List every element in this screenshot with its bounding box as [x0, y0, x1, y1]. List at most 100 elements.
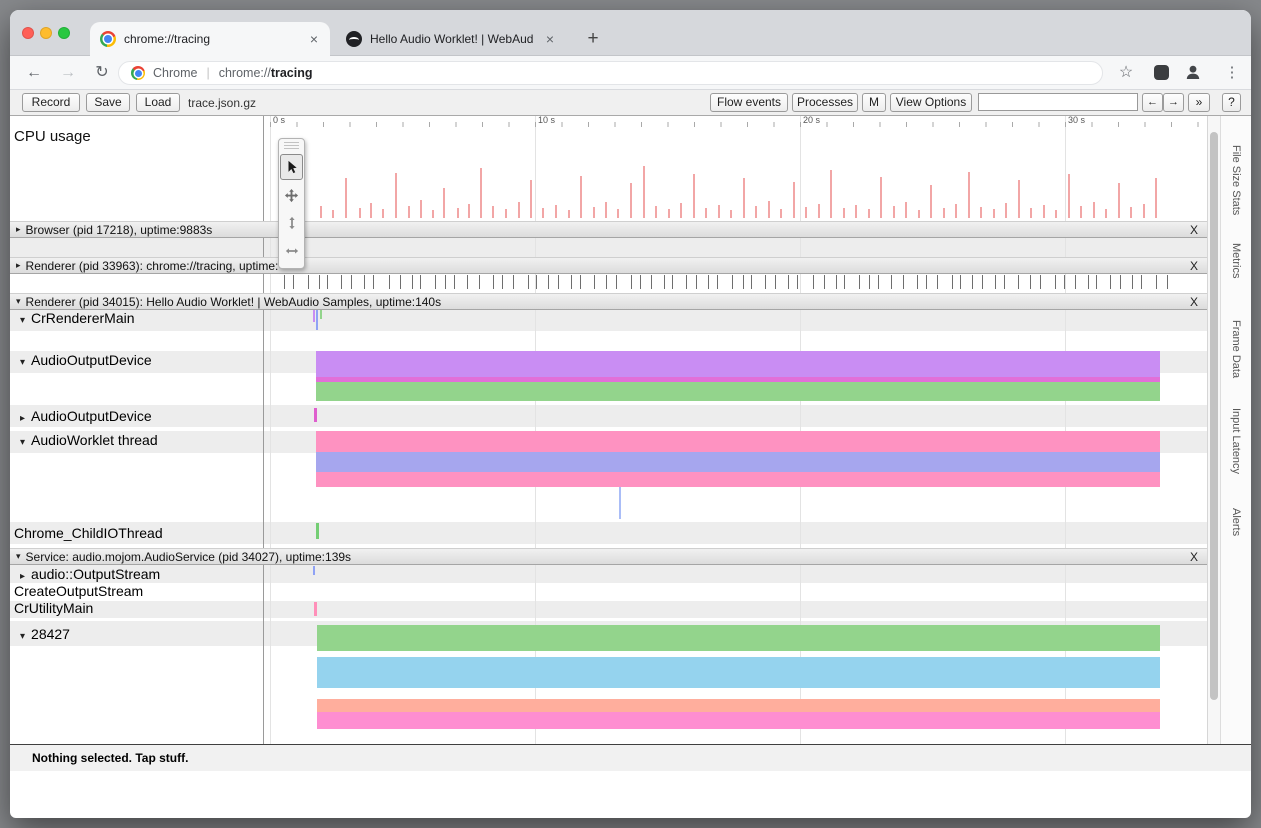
- trace-tick[interactable]: [571, 275, 572, 289]
- trace-tick[interactable]: [435, 275, 436, 289]
- trace-tick[interactable]: [389, 275, 390, 289]
- trace-mark[interactable]: [314, 408, 317, 422]
- trace-tick[interactable]: [686, 275, 687, 289]
- trace-mark[interactable]: [320, 310, 322, 319]
- trace-tick[interactable]: [1132, 275, 1133, 289]
- trace-tick[interactable]: [1018, 275, 1019, 289]
- close-process-button[interactable]: X: [1190, 259, 1198, 273]
- trace-slice[interactable]: [317, 657, 1160, 688]
- trace-tick[interactable]: [836, 275, 837, 289]
- palette-grip[interactable]: [284, 142, 299, 151]
- trace-tick[interactable]: [479, 275, 480, 289]
- trace-mark[interactable]: [313, 566, 315, 575]
- trace-tick[interactable]: [1120, 275, 1121, 289]
- scrollbar-thumb[interactable]: [1210, 132, 1218, 700]
- metrics-button[interactable]: M: [862, 93, 886, 112]
- trace-tick[interactable]: [717, 275, 718, 289]
- tab-chrome-tracing[interactable]: chrome://tracing ×: [90, 22, 330, 56]
- help-button[interactable]: ?: [1222, 93, 1241, 112]
- trace-slice[interactable]: [316, 472, 1160, 487]
- trace-tick[interactable]: [319, 275, 320, 289]
- trace-tick[interactable]: [558, 275, 559, 289]
- back-button[interactable]: ←: [22, 62, 46, 84]
- trace-tick[interactable]: [903, 275, 904, 289]
- collapse-arrow-icon[interactable]: ▸: [16, 260, 21, 271]
- reload-button[interactable]: ↻: [90, 62, 114, 84]
- address-bar[interactable]: Chrome | chrome://tracing: [118, 61, 1103, 85]
- collapse-arrow-icon[interactable]: ▸: [20, 413, 25, 424]
- trace-tick[interactable]: [813, 275, 814, 289]
- thread-row-audioworklet[interactable]: ▾AudioWorklet thread: [20, 432, 158, 449]
- thread-row-child-io[interactable]: Chrome_ChildIOThread: [14, 525, 163, 542]
- trace-tick[interactable]: [672, 275, 673, 289]
- trace-tick[interactable]: [891, 275, 892, 289]
- trace-tick[interactable]: [594, 275, 595, 289]
- trace-tick[interactable]: [420, 275, 421, 289]
- trace-tick[interactable]: [751, 275, 752, 289]
- trace-slice[interactable]: [316, 351, 1160, 377]
- extension-icon[interactable]: [1154, 65, 1169, 80]
- trace-tick[interactable]: [467, 275, 468, 289]
- trace-tick[interactable]: [972, 275, 973, 289]
- sidebar-tab-metrics[interactable]: Metrics: [1230, 243, 1242, 278]
- process-header-audio-service[interactable]: ▾ Service: audio.mojom.AudioService (pid…: [10, 548, 1207, 565]
- collapse-arrow-icon[interactable]: ▾: [16, 296, 21, 307]
- process-header-renderer-tracing[interactable]: ▸ Renderer (pid 33963): chrome://tracing…: [10, 257, 1207, 274]
- trace-tick[interactable]: [454, 275, 455, 289]
- trace-tick[interactable]: [765, 275, 766, 289]
- trace-tick[interactable]: [1055, 275, 1056, 289]
- save-button[interactable]: Save: [86, 93, 130, 112]
- thread-row-audio-output-device-1[interactable]: ▾AudioOutputDevice: [20, 352, 152, 369]
- close-process-button[interactable]: X: [1190, 295, 1198, 309]
- find-input[interactable]: [978, 93, 1138, 111]
- trace-tick[interactable]: [1075, 275, 1076, 289]
- trace-tick[interactable]: [400, 275, 401, 289]
- trace-tick[interactable]: [616, 275, 617, 289]
- thread-row-crrenderermain[interactable]: ▾CrRendererMain: [20, 310, 135, 327]
- collapse-arrow-icon[interactable]: ▸: [16, 224, 21, 235]
- scrollbar-track[interactable]: [1207, 116, 1220, 744]
- trace-mark[interactable]: [314, 602, 317, 616]
- timing-tool-button[interactable]: [280, 238, 303, 264]
- trace-slice[interactable]: [316, 431, 1160, 452]
- trace-tick[interactable]: [995, 275, 996, 289]
- trace-tick[interactable]: [631, 275, 632, 289]
- close-process-button[interactable]: X: [1190, 223, 1198, 237]
- trace-tick[interactable]: [859, 275, 860, 289]
- collapse-arrow-icon[interactable]: ▾: [20, 315, 25, 326]
- thread-row-create-output-stream[interactable]: CreateOutputStream: [14, 583, 143, 600]
- process-header-renderer-audio[interactable]: ▾ Renderer (pid 34015): Hello Audio Work…: [10, 293, 1207, 310]
- trace-tick[interactable]: [1030, 275, 1031, 289]
- trace-tick[interactable]: [1004, 275, 1005, 289]
- trace-tick[interactable]: [917, 275, 918, 289]
- sidebar-tab-file-size-stats[interactable]: File Size Stats: [1230, 145, 1242, 215]
- trace-tick[interactable]: [493, 275, 494, 289]
- trace-tick[interactable]: [536, 275, 537, 289]
- trace-tick[interactable]: [708, 275, 709, 289]
- trace-tick[interactable]: [580, 275, 581, 289]
- process-header-browser[interactable]: ▸ Browser (pid 17218), uptime:9883s X: [10, 221, 1207, 238]
- trace-slice[interactable]: [317, 699, 1160, 712]
- thread-row-28427[interactable]: ▾28427: [20, 626, 70, 643]
- collapse-arrow-icon[interactable]: ▸: [20, 571, 25, 582]
- trace-tick[interactable]: [1110, 275, 1111, 289]
- trace-tick[interactable]: [775, 275, 776, 289]
- trace-tick[interactable]: [364, 275, 365, 289]
- trace-tick[interactable]: [502, 275, 503, 289]
- trace-tick[interactable]: [844, 275, 845, 289]
- find-next-button[interactable]: →: [1163, 93, 1184, 112]
- trace-tick[interactable]: [528, 275, 529, 289]
- trace-tick[interactable]: [1088, 275, 1089, 289]
- tab-webaudio-sample[interactable]: Hello Audio Worklet! | WebAud ×: [336, 22, 566, 56]
- view-options-button[interactable]: View Options: [890, 93, 972, 112]
- pan-tool-button[interactable]: [280, 182, 303, 208]
- trace-tick[interactable]: [1064, 275, 1065, 289]
- trace-tick[interactable]: [445, 275, 446, 289]
- trace-tick[interactable]: [982, 275, 983, 289]
- trace-tick[interactable]: [373, 275, 374, 289]
- tab-close-icon[interactable]: ×: [544, 32, 556, 46]
- find-previous-button[interactable]: ←: [1142, 93, 1163, 112]
- load-button[interactable]: Load: [136, 93, 180, 112]
- sidebar-tab-input-latency[interactable]: Input Latency: [1230, 408, 1242, 474]
- zoom-tool-button[interactable]: [280, 210, 303, 236]
